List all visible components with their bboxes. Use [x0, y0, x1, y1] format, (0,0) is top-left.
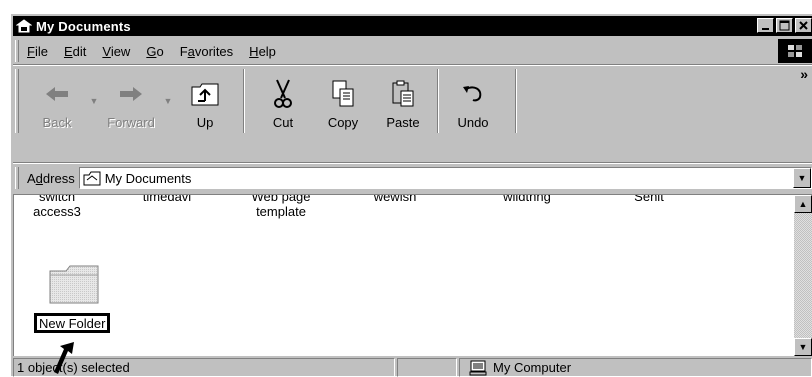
paste-icon: [390, 77, 416, 111]
address-grip[interactable]: [15, 167, 19, 189]
file-list-view[interactable]: switch access3 timedavi Web page templat…: [13, 194, 812, 356]
address-value: My Documents: [104, 170, 192, 186]
toolbar-separator-3: [515, 69, 517, 133]
status-bar: 1 object(s) selected My Computer: [13, 358, 812, 377]
vertical-scrollbar[interactable]: ▲ ▼: [794, 195, 812, 356]
toolbar-separator: [243, 69, 245, 133]
menu-view[interactable]: View: [102, 44, 130, 59]
scroll-up-button[interactable]: ▲: [794, 195, 812, 213]
up-button[interactable]: Up: [175, 66, 235, 136]
toolbar-grip[interactable]: [15, 69, 19, 133]
paste-button[interactable]: Paste: [373, 66, 433, 136]
window-folder-icon: [15, 19, 33, 33]
back-button[interactable]: Back: [27, 66, 87, 136]
file-item[interactable]: switch access3: [14, 195, 102, 219]
back-dropdown[interactable]: ▼: [87, 66, 101, 136]
window-title: My Documents: [36, 18, 131, 34]
forward-button[interactable]: Forward: [101, 66, 161, 136]
maximize-icon: [779, 20, 790, 31]
menu-edit[interactable]: Edit: [64, 44, 86, 59]
back-label: Back: [42, 115, 72, 130]
folder-icon[interactable]: [48, 263, 99, 305]
menu-grip[interactable]: [15, 40, 19, 62]
menu-help[interactable]: Help: [249, 44, 276, 59]
explorer-window: My Documents File Edit View Go Favorites…: [10, 13, 812, 377]
paste-label: Paste: [386, 115, 420, 130]
file-item[interactable]: wewish: [350, 195, 440, 204]
address-folder-icon: [83, 170, 101, 186]
maximize-button[interactable]: [776, 18, 793, 33]
copy-button[interactable]: Copy: [313, 66, 373, 136]
back-arrow-icon: [44, 77, 70, 111]
forward-label: Forward: [107, 115, 155, 130]
copy-label: Copy: [327, 115, 359, 130]
toolbar-chevron[interactable]: »: [800, 66, 808, 82]
rename-textbox[interactable]: New Folder: [36, 315, 109, 331]
status-empty-pane: [397, 358, 457, 377]
up-label: Up: [196, 115, 214, 130]
copy-icon: [330, 77, 356, 111]
forward-arrow-icon: [118, 77, 144, 111]
cut-label: Cut: [272, 115, 294, 130]
menu-favorites[interactable]: Favorites: [180, 44, 233, 59]
scroll-down-button[interactable]: ▼: [794, 338, 812, 356]
address-field[interactable]: My Documents ▼: [78, 167, 812, 189]
undo-label: Undo: [457, 115, 489, 130]
minimize-icon: [762, 28, 769, 30]
undo-button[interactable]: Undo: [443, 66, 503, 136]
title-bar[interactable]: My Documents: [13, 16, 812, 36]
file-item[interactable]: Senit: [604, 195, 694, 204]
standard-toolbar: Back ▼ Forward ▼ Up Cut Copy Paste Undo …: [13, 66, 812, 164]
address-bar: Address My Documents ▼: [13, 164, 812, 192]
mouse-pointer-icon: [54, 342, 74, 374]
status-zone-pane: My Computer: [459, 358, 812, 377]
file-item[interactable]: Web page template: [236, 195, 326, 219]
undo-icon: [460, 77, 486, 111]
cut-button[interactable]: Cut: [253, 66, 313, 136]
toolbar-separator-2: [437, 69, 439, 133]
close-button[interactable]: [795, 18, 812, 33]
status-zone-label: My Computer: [493, 360, 572, 375]
minimize-button[interactable]: [757, 18, 774, 33]
file-item[interactable]: wildthng: [482, 195, 572, 204]
address-label: Address: [27, 170, 75, 186]
windows-logo-icon: [778, 39, 812, 63]
close-icon: [799, 21, 808, 30]
file-item[interactable]: timedavi: [122, 195, 212, 204]
address-dropdown-button[interactable]: ▼: [793, 168, 811, 188]
menu-file[interactable]: File: [27, 44, 48, 59]
my-computer-icon: [469, 360, 487, 376]
forward-dropdown[interactable]: ▼: [161, 66, 175, 136]
scissors-icon: [271, 77, 295, 111]
menu-bar: File Edit View Go Favorites Help: [13, 38, 812, 64]
menu-go[interactable]: Go: [146, 44, 163, 59]
rename-textbox-frame: New Folder: [34, 313, 111, 333]
up-folder-icon: [190, 77, 220, 111]
